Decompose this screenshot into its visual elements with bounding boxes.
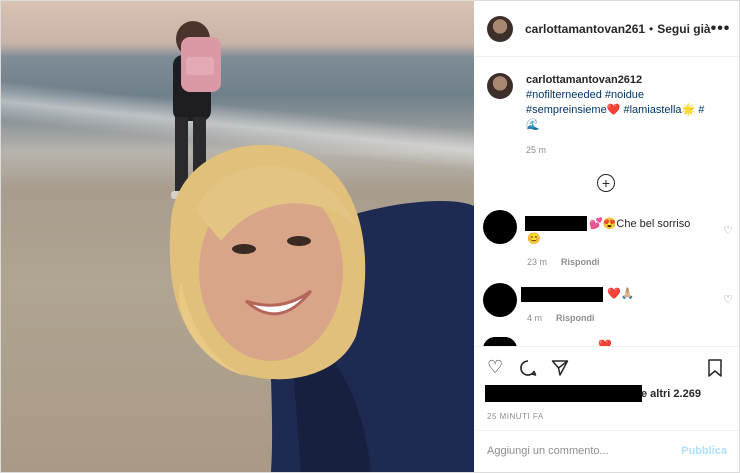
heart-outline-icon[interactable]: ♡ [723, 224, 733, 237]
comment-avatar-redacted[interactable] [483, 283, 517, 317]
comment-username-redacted[interactable] [521, 287, 603, 302]
bookmark-icon[interactable] [707, 359, 723, 382]
heart-icon[interactable]: ♡ [487, 357, 503, 378]
reply-button[interactable]: Rispondi [556, 313, 595, 323]
comment-meta: 4 m Rispondi [527, 313, 595, 323]
heart-outline-icon[interactable]: ♡ [723, 293, 733, 306]
comment-item: ❤️🙏🏼 4 m Rispondi ♡ [483, 283, 733, 331]
follow-button[interactable]: Segui già [657, 22, 710, 36]
caption-hashtags-line-1[interactable]: #nofilterneeded #noidue [526, 88, 704, 103]
post-photo[interactable] [1, 1, 474, 472]
send-icon[interactable] [551, 359, 569, 382]
comment-emoji: 😊 [527, 233, 541, 245]
post-sidebar: carlottamantovan261 • Segui già ••• carl… [475, 1, 739, 472]
author-username[interactable]: carlottamantovan261 [525, 22, 645, 36]
header-separator: • [649, 21, 654, 36]
caption-emoji-line: 🌊 [526, 119, 540, 131]
comment-meta: 23 m Rispondi [527, 257, 600, 267]
likes-text[interactable]: e altri 2.269 [641, 388, 701, 400]
plus-circle-icon[interactable]: + [597, 174, 615, 192]
comment-username-redacted[interactable] [525, 216, 587, 231]
comment-time[interactable]: 4 m [527, 313, 542, 323]
comment-text: ❤️🙏🏼 [607, 288, 635, 300]
woman-selfie [169, 144, 474, 472]
reply-button[interactable]: Rispondi [561, 257, 600, 267]
likes-redacted [485, 385, 642, 402]
comment-text: 💕😍Che bel sorriso [589, 218, 691, 230]
comment-time[interactable]: 23 m [527, 257, 547, 267]
comment-avatar-redacted[interactable] [483, 210, 517, 244]
caption-time[interactable]: 25 m [526, 143, 704, 158]
comment-input[interactable]: Aggiungi un commento... [487, 445, 609, 457]
caption-hashtags-line-2[interactable]: #sempreinsieme❤️ #lamiastella🌟 # [526, 103, 704, 118]
comment-icon[interactable] [519, 359, 537, 382]
caption-avatar[interactable] [487, 73, 513, 99]
add-comment-bar: Aggiungi un commento... Pubblica [475, 430, 739, 472]
caption-username[interactable]: carlottamantovan2612 [526, 73, 704, 88]
post-header: carlottamantovan261 • Segui già ••• [475, 1, 739, 57]
publish-button[interactable]: Pubblica [681, 445, 727, 457]
action-icons: ♡ [487, 357, 729, 379]
posted-time[interactable]: 25 MINUTI FA [487, 412, 544, 421]
post-caption: carlottamantovan2612 #nofilterneeded #no… [487, 73, 735, 158]
more-options-icon[interactable]: ••• [711, 20, 731, 38]
comment-item: 💕😍Che bel sorriso 😊 23 m Rispondi ♡ [483, 210, 733, 270]
instagram-post: carlottamantovan261 • Segui già ••• carl… [0, 0, 740, 473]
post-actions: ♡ e altri 2.269 25 MINUTI FA Aggiungi un… [475, 346, 739, 472]
author-avatar[interactable] [487, 15, 513, 42]
